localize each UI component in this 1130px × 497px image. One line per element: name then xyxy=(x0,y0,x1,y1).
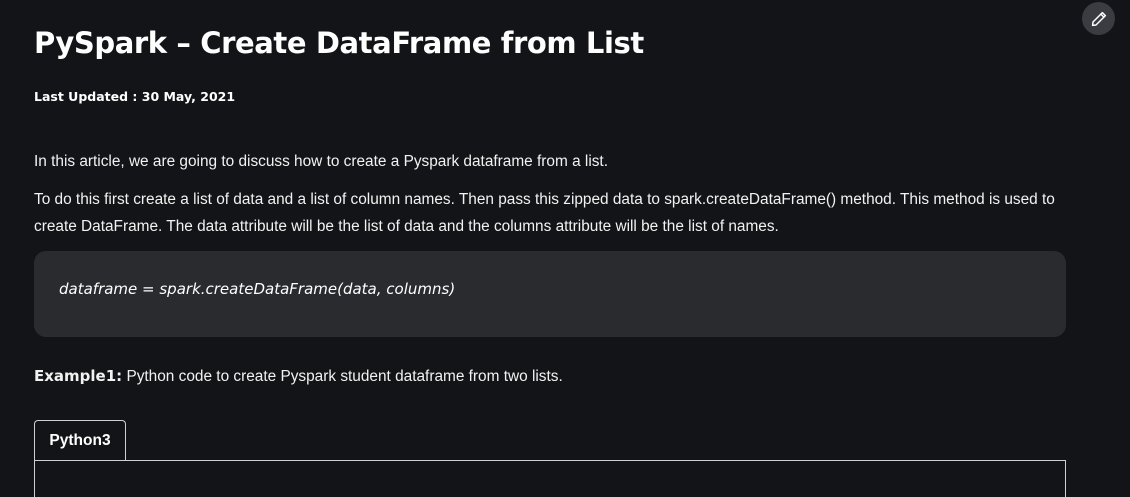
tab-python3[interactable]: Python3 xyxy=(34,420,126,460)
pencil-icon xyxy=(1090,10,1108,28)
intro-paragraph: In this article, we are going to discuss… xyxy=(34,153,608,170)
syntax-code: dataframe = spark.createDataFrame(data, … xyxy=(59,280,456,298)
edit-button[interactable] xyxy=(1082,2,1115,35)
example-label: Example1: xyxy=(34,367,123,385)
last-updated-date: Last Updated : 30 May, 2021 xyxy=(34,89,236,104)
syntax-code-block: dataframe = spark.createDataFrame(data, … xyxy=(34,251,1066,337)
article-page: PySpark – Create DataFrame from List Las… xyxy=(0,0,1130,497)
example-paragraph: Example1: Python code to create Pyspark … xyxy=(34,363,1074,390)
example-description: Python code to create Pyspark student da… xyxy=(122,368,563,385)
description-paragraph: To do this first create a list of data a… xyxy=(34,191,1055,235)
code-editor-panel[interactable] xyxy=(34,460,1066,497)
page-title: PySpark – Create DataFrame from List xyxy=(34,26,644,60)
